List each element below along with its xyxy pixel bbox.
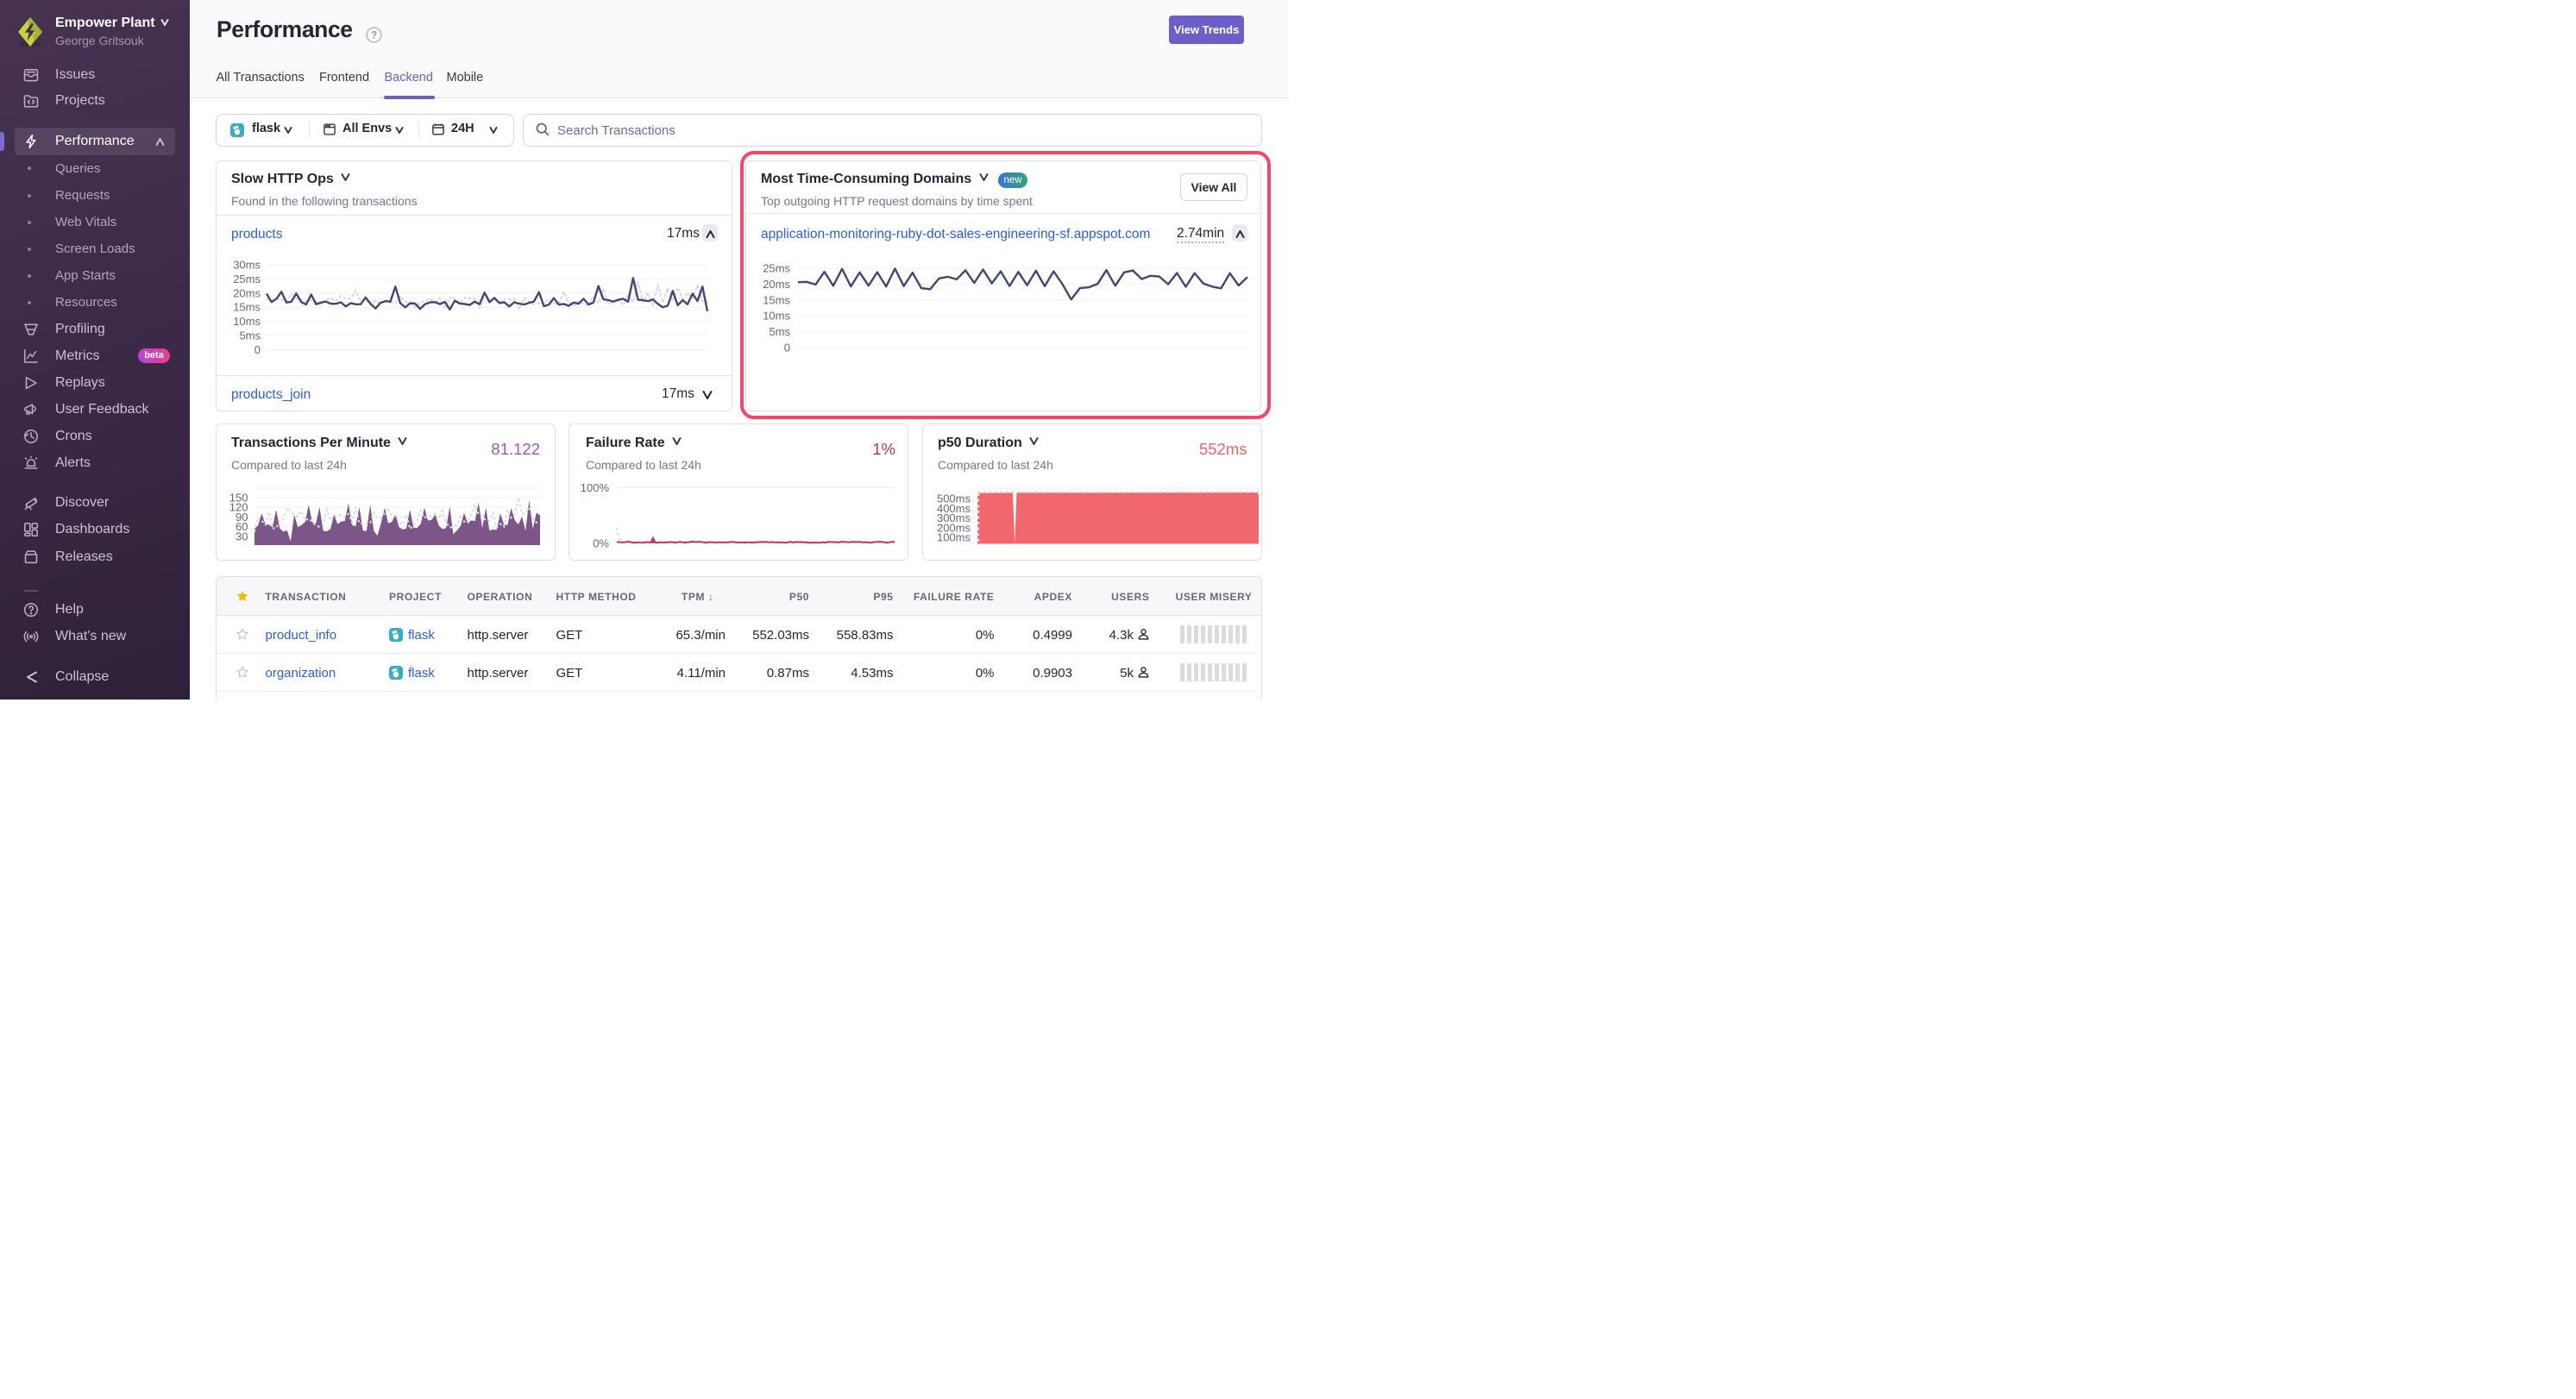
svg-text:0: 0 — [784, 342, 790, 354]
svg-text:100%: 100% — [581, 481, 610, 494]
svg-text:0%: 0% — [593, 537, 609, 550]
svg-text:10ms: 10ms — [763, 310, 790, 323]
svg-text:?: ? — [371, 31, 377, 41]
svg-text:30ms: 30ms — [233, 259, 261, 272]
svg-text:30: 30 — [236, 530, 248, 543]
svg-text:20ms: 20ms — [763, 278, 790, 291]
svg-text:0: 0 — [254, 343, 261, 356]
svg-text:100ms: 100ms — [937, 531, 971, 544]
svg-text:25ms: 25ms — [233, 273, 261, 285]
svg-text:10ms: 10ms — [233, 315, 261, 328]
svg-text:5ms: 5ms — [769, 325, 790, 338]
svg-text:15ms: 15ms — [763, 293, 790, 306]
svg-text:20ms: 20ms — [233, 286, 261, 299]
svg-text:5ms: 5ms — [239, 329, 261, 342]
svg-text:15ms: 15ms — [233, 301, 261, 314]
svg-text:25ms: 25ms — [763, 262, 790, 275]
